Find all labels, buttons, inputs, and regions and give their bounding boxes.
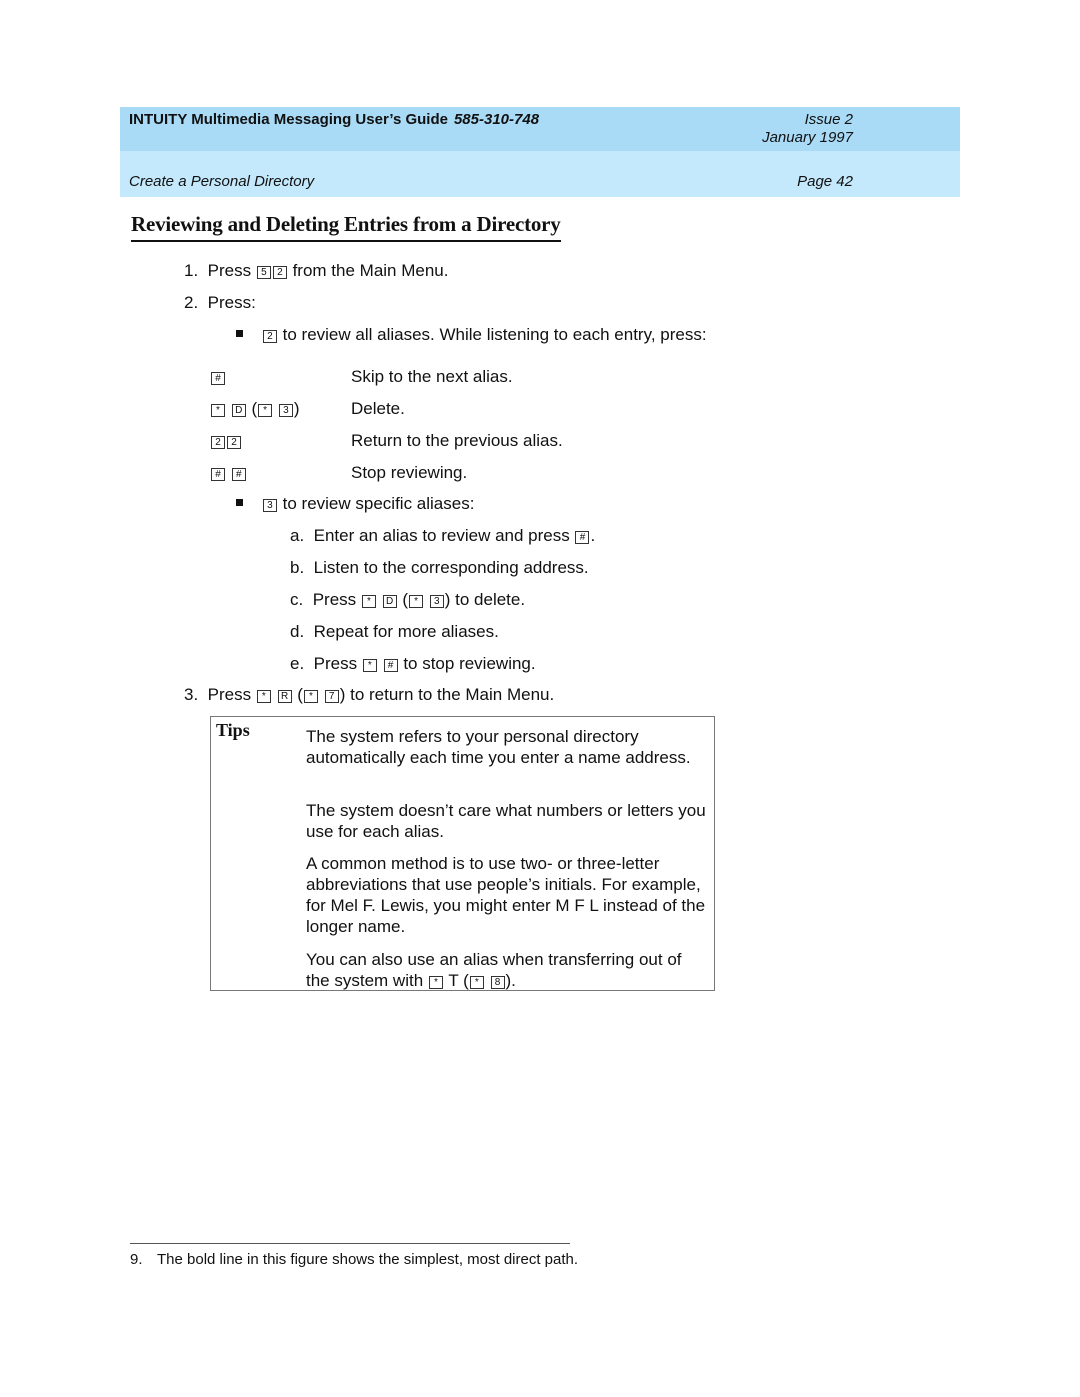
substep-text: Enter an alias to review and press bbox=[313, 526, 570, 545]
substep-text: to delete. bbox=[455, 590, 526, 609]
key-action: Stop reviewing. bbox=[351, 463, 468, 482]
bullet-icon bbox=[236, 499, 243, 506]
substep-letter: d. bbox=[290, 622, 305, 641]
key-hash: # bbox=[211, 468, 225, 481]
key-3: 3 bbox=[278, 404, 293, 417]
page-header: INTUITY Multimedia Messaging User’s Guid… bbox=[120, 107, 960, 197]
substep-e: e. Press * # to stop reviewing. bbox=[290, 654, 536, 674]
key-5: 5 bbox=[256, 266, 271, 279]
step-text: Press bbox=[207, 685, 252, 704]
key-2: 2 bbox=[227, 436, 241, 449]
step-text: to return to the Main Menu. bbox=[350, 685, 555, 704]
substep-a: a. Enter an alias to review and press #. bbox=[290, 526, 595, 546]
bullet-review-specific: 3 to review specific aliases: bbox=[236, 494, 474, 514]
guide-title-text: INTUITY Multimedia Messaging User’s Guid… bbox=[129, 111, 448, 128]
issue-date: January 1997 bbox=[762, 129, 853, 146]
bullet-icon bbox=[236, 330, 243, 337]
key-row: # # bbox=[210, 463, 247, 483]
key-r: R bbox=[277, 690, 292, 703]
substep-letter: b. bbox=[290, 558, 305, 577]
substep-letter: c. bbox=[290, 590, 304, 609]
issue: Issue 2 bbox=[804, 111, 853, 128]
key-star: * bbox=[362, 659, 377, 672]
substep-b: b. Listen to the corresponding address. bbox=[290, 558, 589, 578]
section-name: Create a Personal Directory bbox=[129, 173, 315, 190]
key-action: Delete. bbox=[351, 399, 405, 418]
step-text: Press bbox=[207, 261, 252, 280]
step-number: 2. bbox=[184, 293, 199, 312]
tips-label: Tips bbox=[216, 720, 250, 740]
substep-letter: a. bbox=[290, 526, 305, 545]
footnote-text: The bold line in this figure shows the s… bbox=[157, 1251, 579, 1268]
guide-title: INTUITY Multimedia Messaging User’s Guid… bbox=[129, 111, 539, 128]
substep-d: d. Repeat for more aliases. bbox=[290, 622, 499, 642]
tip-text: T bbox=[448, 971, 459, 990]
key-8: 8 bbox=[490, 976, 505, 989]
tip-paragraph: The system doesn’t care what numbers or … bbox=[306, 801, 706, 841]
footnote-number: 9. bbox=[130, 1251, 143, 1268]
footnote: 9. The bold line in this figure shows the… bbox=[130, 1251, 578, 1268]
substep-text: Listen to the corresponding address. bbox=[313, 558, 589, 577]
step-3: 3. Press * R (* 7) to return to the Main… bbox=[184, 685, 555, 704]
key-3: 3 bbox=[262, 499, 277, 512]
substep-text: Press bbox=[313, 654, 358, 673]
tip-paragraph: The system refers to your personal direc… bbox=[306, 727, 691, 767]
key-hash: # bbox=[383, 659, 398, 672]
tip-text: ). bbox=[505, 971, 516, 990]
step-number: 3. bbox=[184, 685, 199, 704]
step-text: Press: bbox=[207, 293, 256, 312]
key-3: 3 bbox=[429, 595, 444, 608]
key-2: 2 bbox=[262, 330, 277, 343]
page-number: Page 42 bbox=[797, 173, 853, 190]
substep-text: Press bbox=[312, 590, 357, 609]
key-2: 2 bbox=[272, 266, 287, 279]
key-row: 22 bbox=[210, 431, 242, 451]
step-number: 1. bbox=[184, 261, 199, 280]
doc-number: 585-310-748 bbox=[453, 111, 540, 128]
key-hash: # bbox=[231, 468, 246, 481]
substep-text: to stop reviewing. bbox=[403, 654, 536, 673]
substep-letter: e. bbox=[290, 654, 305, 673]
substep-text: . bbox=[590, 526, 596, 545]
substep-text: Repeat for more aliases. bbox=[313, 622, 499, 641]
bullet-review-all: 2 to review all aliases. While listening… bbox=[236, 325, 707, 345]
key-star: * bbox=[469, 976, 484, 989]
tip-paragraph: A common method is to use two- or three-… bbox=[306, 854, 706, 936]
step-2: 2. Press: bbox=[184, 293, 256, 313]
key-action: Return to the previous alias. bbox=[351, 431, 563, 450]
key-star: * bbox=[303, 690, 318, 703]
page-title: Reviewing and Deleting Entries from a Di… bbox=[131, 212, 561, 242]
bullet-text: to review specific aliases: bbox=[282, 494, 475, 513]
key-star: * bbox=[409, 595, 424, 608]
key-hash: # bbox=[211, 372, 225, 385]
key-7: 7 bbox=[324, 690, 339, 703]
tips-box: Tips The system refers to your personal … bbox=[210, 716, 715, 991]
key-star: * bbox=[256, 690, 271, 703]
tip-paragraph: You can also use an alias when transferr… bbox=[306, 950, 682, 990]
key-row: * D (* 3) bbox=[210, 399, 300, 419]
bullet-text: to review all aliases. While listening t… bbox=[282, 325, 707, 344]
key-d: D bbox=[231, 404, 246, 417]
footnote-divider bbox=[130, 1243, 570, 1244]
header-top-band: INTUITY Multimedia Messaging User’s Guid… bbox=[120, 107, 960, 151]
key-row: # bbox=[210, 367, 226, 387]
step-text: from the Main Menu. bbox=[292, 261, 449, 280]
key-star: * bbox=[428, 976, 443, 989]
key-star: * bbox=[258, 404, 273, 417]
key-star: * bbox=[361, 595, 376, 608]
key-d: D bbox=[382, 595, 397, 608]
key-star: * bbox=[211, 404, 225, 417]
key-action: Skip to the next alias. bbox=[351, 367, 513, 386]
substep-c: c. Press * D (* 3) to delete. bbox=[290, 590, 526, 609]
header-bottom-band: Create a Personal Directory Page 42 bbox=[120, 151, 960, 197]
key-2: 2 bbox=[211, 436, 225, 449]
key-hash: # bbox=[575, 531, 590, 544]
step-1: 1. Press 52 from the Main Menu. bbox=[184, 261, 448, 281]
